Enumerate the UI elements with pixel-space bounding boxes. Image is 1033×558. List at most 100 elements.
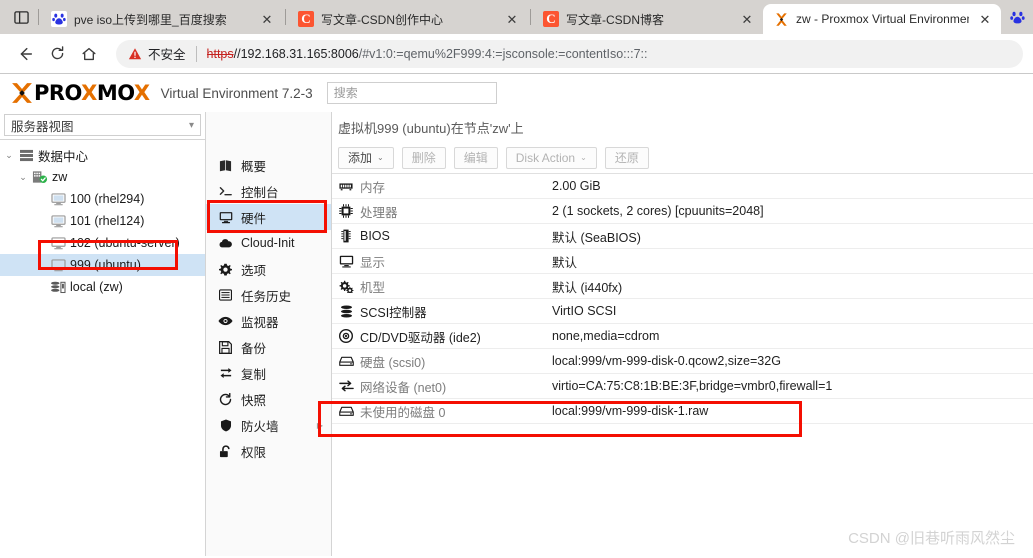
menu-item-cloud-init[interactable]: Cloud-Init xyxy=(206,230,331,256)
add-button[interactable]: 添加 ⌄ xyxy=(338,147,394,169)
tree-item-vm-101[interactable]: 101 (rhel124) xyxy=(0,210,205,232)
permissions-lock-icon xyxy=(218,445,233,458)
row-key: 内存 xyxy=(360,177,552,196)
menu-item-label: 防火墙 xyxy=(241,416,279,435)
tree-item-vm-100[interactable]: 100 (rhel294) xyxy=(0,188,205,210)
home-icon[interactable] xyxy=(74,39,104,69)
proxmox-x-icon xyxy=(10,81,34,105)
revert-button[interactable]: 还原 xyxy=(605,147,649,169)
table-row[interactable]: SCSI控制器 VirtIO SCSI xyxy=(332,299,1033,324)
tree-item-node-zw[interactable]: ⌄ zw xyxy=(0,166,205,188)
menu-item-replication[interactable]: 复制 xyxy=(206,360,331,386)
vm-icon xyxy=(48,215,68,228)
tree-item-storage-local[interactable]: local (zw) xyxy=(0,276,205,298)
address-bar[interactable]: 不安全 https//192.168.31.165:8006/#v1:0:=qe… xyxy=(116,40,1023,68)
remove-button[interactable]: 删除 xyxy=(402,147,446,169)
machine-gear-icon xyxy=(332,280,360,293)
submenu-arrow-icon: ▶ xyxy=(317,421,323,430)
proxmox-logo[interactable]: PROXMOX xyxy=(10,81,150,105)
menu-item-firewall[interactable]: 防火墙 ▶ xyxy=(206,412,331,438)
vm-off-icon xyxy=(48,237,68,250)
tab-divider xyxy=(530,9,531,25)
browser-tab-3[interactable]: C 写文章-CSDN博客 ✕ xyxy=(533,4,763,34)
menu-item-hardware[interactable]: 硬件 xyxy=(206,204,331,230)
search-input[interactable]: 搜索 xyxy=(327,82,497,104)
csdn-icon: C xyxy=(543,11,559,27)
tasks-icon xyxy=(218,289,233,301)
network-icon xyxy=(332,380,360,392)
menu-item-options[interactable]: 选项 xyxy=(206,256,331,282)
back-icon[interactable] xyxy=(10,39,40,69)
tree-item-label: 100 (rhel294) xyxy=(68,192,144,206)
tab-list-icon[interactable] xyxy=(6,0,36,34)
menu-item-console[interactable]: 控制台 xyxy=(206,178,331,204)
close-icon[interactable]: ✕ xyxy=(976,10,994,28)
hardware-table: 内存 2.00 GiB 处理器 2 (1 sockets, 2 cores) [… xyxy=(332,174,1033,556)
url-host: //192.168.31.165:8006 xyxy=(234,47,359,61)
menu-item-monitor[interactable]: 监视器 xyxy=(206,308,331,334)
add-button-label: 添加 xyxy=(348,149,372,166)
menu-item-label: 权限 xyxy=(241,442,266,461)
remove-button-label: 删除 xyxy=(412,149,436,166)
row-key: 机型 xyxy=(360,277,552,296)
tree-item-vm-999[interactable]: 999 (ubuntu) xyxy=(0,254,205,276)
menu-item-permissions[interactable]: 权限 xyxy=(206,438,331,464)
table-row[interactable]: CD/DVD驱动器 (ide2) none,media=cdrom xyxy=(332,324,1033,349)
browser-tab-2[interactable]: C 写文章-CSDN创作中心 ✕ xyxy=(288,4,528,34)
csdn-icon: C xyxy=(298,11,314,27)
storage-icon xyxy=(48,281,68,294)
tab-title: zw - Proxmox Virtual Environmen xyxy=(796,12,969,26)
url-text: https//192.168.31.165:8006/#v1:0:=qemu%2… xyxy=(207,47,648,61)
row-key: 处理器 xyxy=(360,202,552,221)
menu-item-label: 复制 xyxy=(241,364,266,383)
table-row[interactable]: 硬盘 (scsi0) local:999/vm-999-disk-0.qcow2… xyxy=(332,349,1033,374)
row-value: local:999/vm-999-disk-1.raw xyxy=(552,404,1033,418)
hardware-icon xyxy=(218,211,233,224)
reload-icon[interactable] xyxy=(42,39,72,69)
twisty-icon[interactable]: ⌄ xyxy=(2,150,16,161)
menu-item-label: 快照 xyxy=(241,390,266,409)
menu-item-label: 任务历史 xyxy=(241,286,291,305)
baidu-icon[interactable] xyxy=(1007,7,1027,27)
close-icon[interactable]: ✕ xyxy=(738,10,756,28)
omnibox-divider xyxy=(196,46,197,62)
browser-tab-1[interactable]: pve iso上传到哪里_百度搜索 ✕ xyxy=(41,4,283,34)
table-row[interactable]: 机型 默认 (i440fx) xyxy=(332,274,1033,299)
menu-item-snapshot[interactable]: 快照 xyxy=(206,386,331,412)
chevron-down-icon: ▾ xyxy=(189,120,194,131)
tab-divider xyxy=(38,9,39,25)
table-row-unused-disk[interactable]: 未使用的磁盘 0 local:999/vm-999-disk-1.raw xyxy=(332,399,1033,424)
menu-item-summary[interactable]: 概要 xyxy=(206,152,331,178)
twisty-icon[interactable]: ⌄ xyxy=(16,172,30,183)
tree-item-datacenter[interactable]: ⌄ 数据中心 xyxy=(0,144,205,166)
menu-item-label: 备份 xyxy=(241,338,266,357)
url-scheme: https xyxy=(207,47,234,61)
close-icon[interactable]: ✕ xyxy=(258,10,276,28)
snapshot-icon xyxy=(218,393,233,406)
vm-icon xyxy=(48,259,68,272)
row-key: CD/DVD驱动器 (ide2) xyxy=(360,327,552,346)
disk-action-button[interactable]: Disk Action ⌄ xyxy=(506,147,597,169)
bios-chip-icon xyxy=(332,229,360,243)
tree-item-label: 101 (rhel124) xyxy=(68,214,144,228)
tree-item-vm-102[interactable]: 102 (ubuntu-server) xyxy=(0,232,205,254)
browser-tab-4-active[interactable]: zw - Proxmox Virtual Environmen ✕ xyxy=(763,4,1001,34)
table-row[interactable]: BIOS 默认 (SeaBIOS) xyxy=(332,224,1033,249)
baidu-icon xyxy=(51,11,67,27)
close-icon[interactable]: ✕ xyxy=(503,10,521,28)
proxmox-header: PROXMOX Virtual Environment 7.2-3 搜索 xyxy=(0,74,1033,112)
backup-icon xyxy=(218,341,233,354)
view-selector[interactable]: 服务器视图 ▾ xyxy=(4,114,201,136)
table-row[interactable]: 显示 默认 xyxy=(332,249,1033,274)
view-selector-label: 服务器视图 xyxy=(11,116,74,135)
edit-button[interactable]: 编辑 xyxy=(454,147,498,169)
table-row[interactable]: 网络设备 (net0) virtio=CA:75:C8:1B:BE:3F,bri… xyxy=(332,374,1033,399)
menu-item-task-history[interactable]: 任务历史 xyxy=(206,282,331,308)
vm-menu-pane: 概要 控制台 硬件 Cloud-Init 选项 xyxy=(206,112,332,556)
row-key: 显示 xyxy=(360,252,552,271)
table-row[interactable]: 处理器 2 (1 sockets, 2 cores) [cpuunits=204… xyxy=(332,199,1033,224)
display-icon xyxy=(332,255,360,268)
menu-item-backup[interactable]: 备份 xyxy=(206,334,331,360)
chevron-down-icon: ⌄ xyxy=(377,153,384,162)
table-row[interactable]: 内存 2.00 GiB xyxy=(332,174,1033,199)
